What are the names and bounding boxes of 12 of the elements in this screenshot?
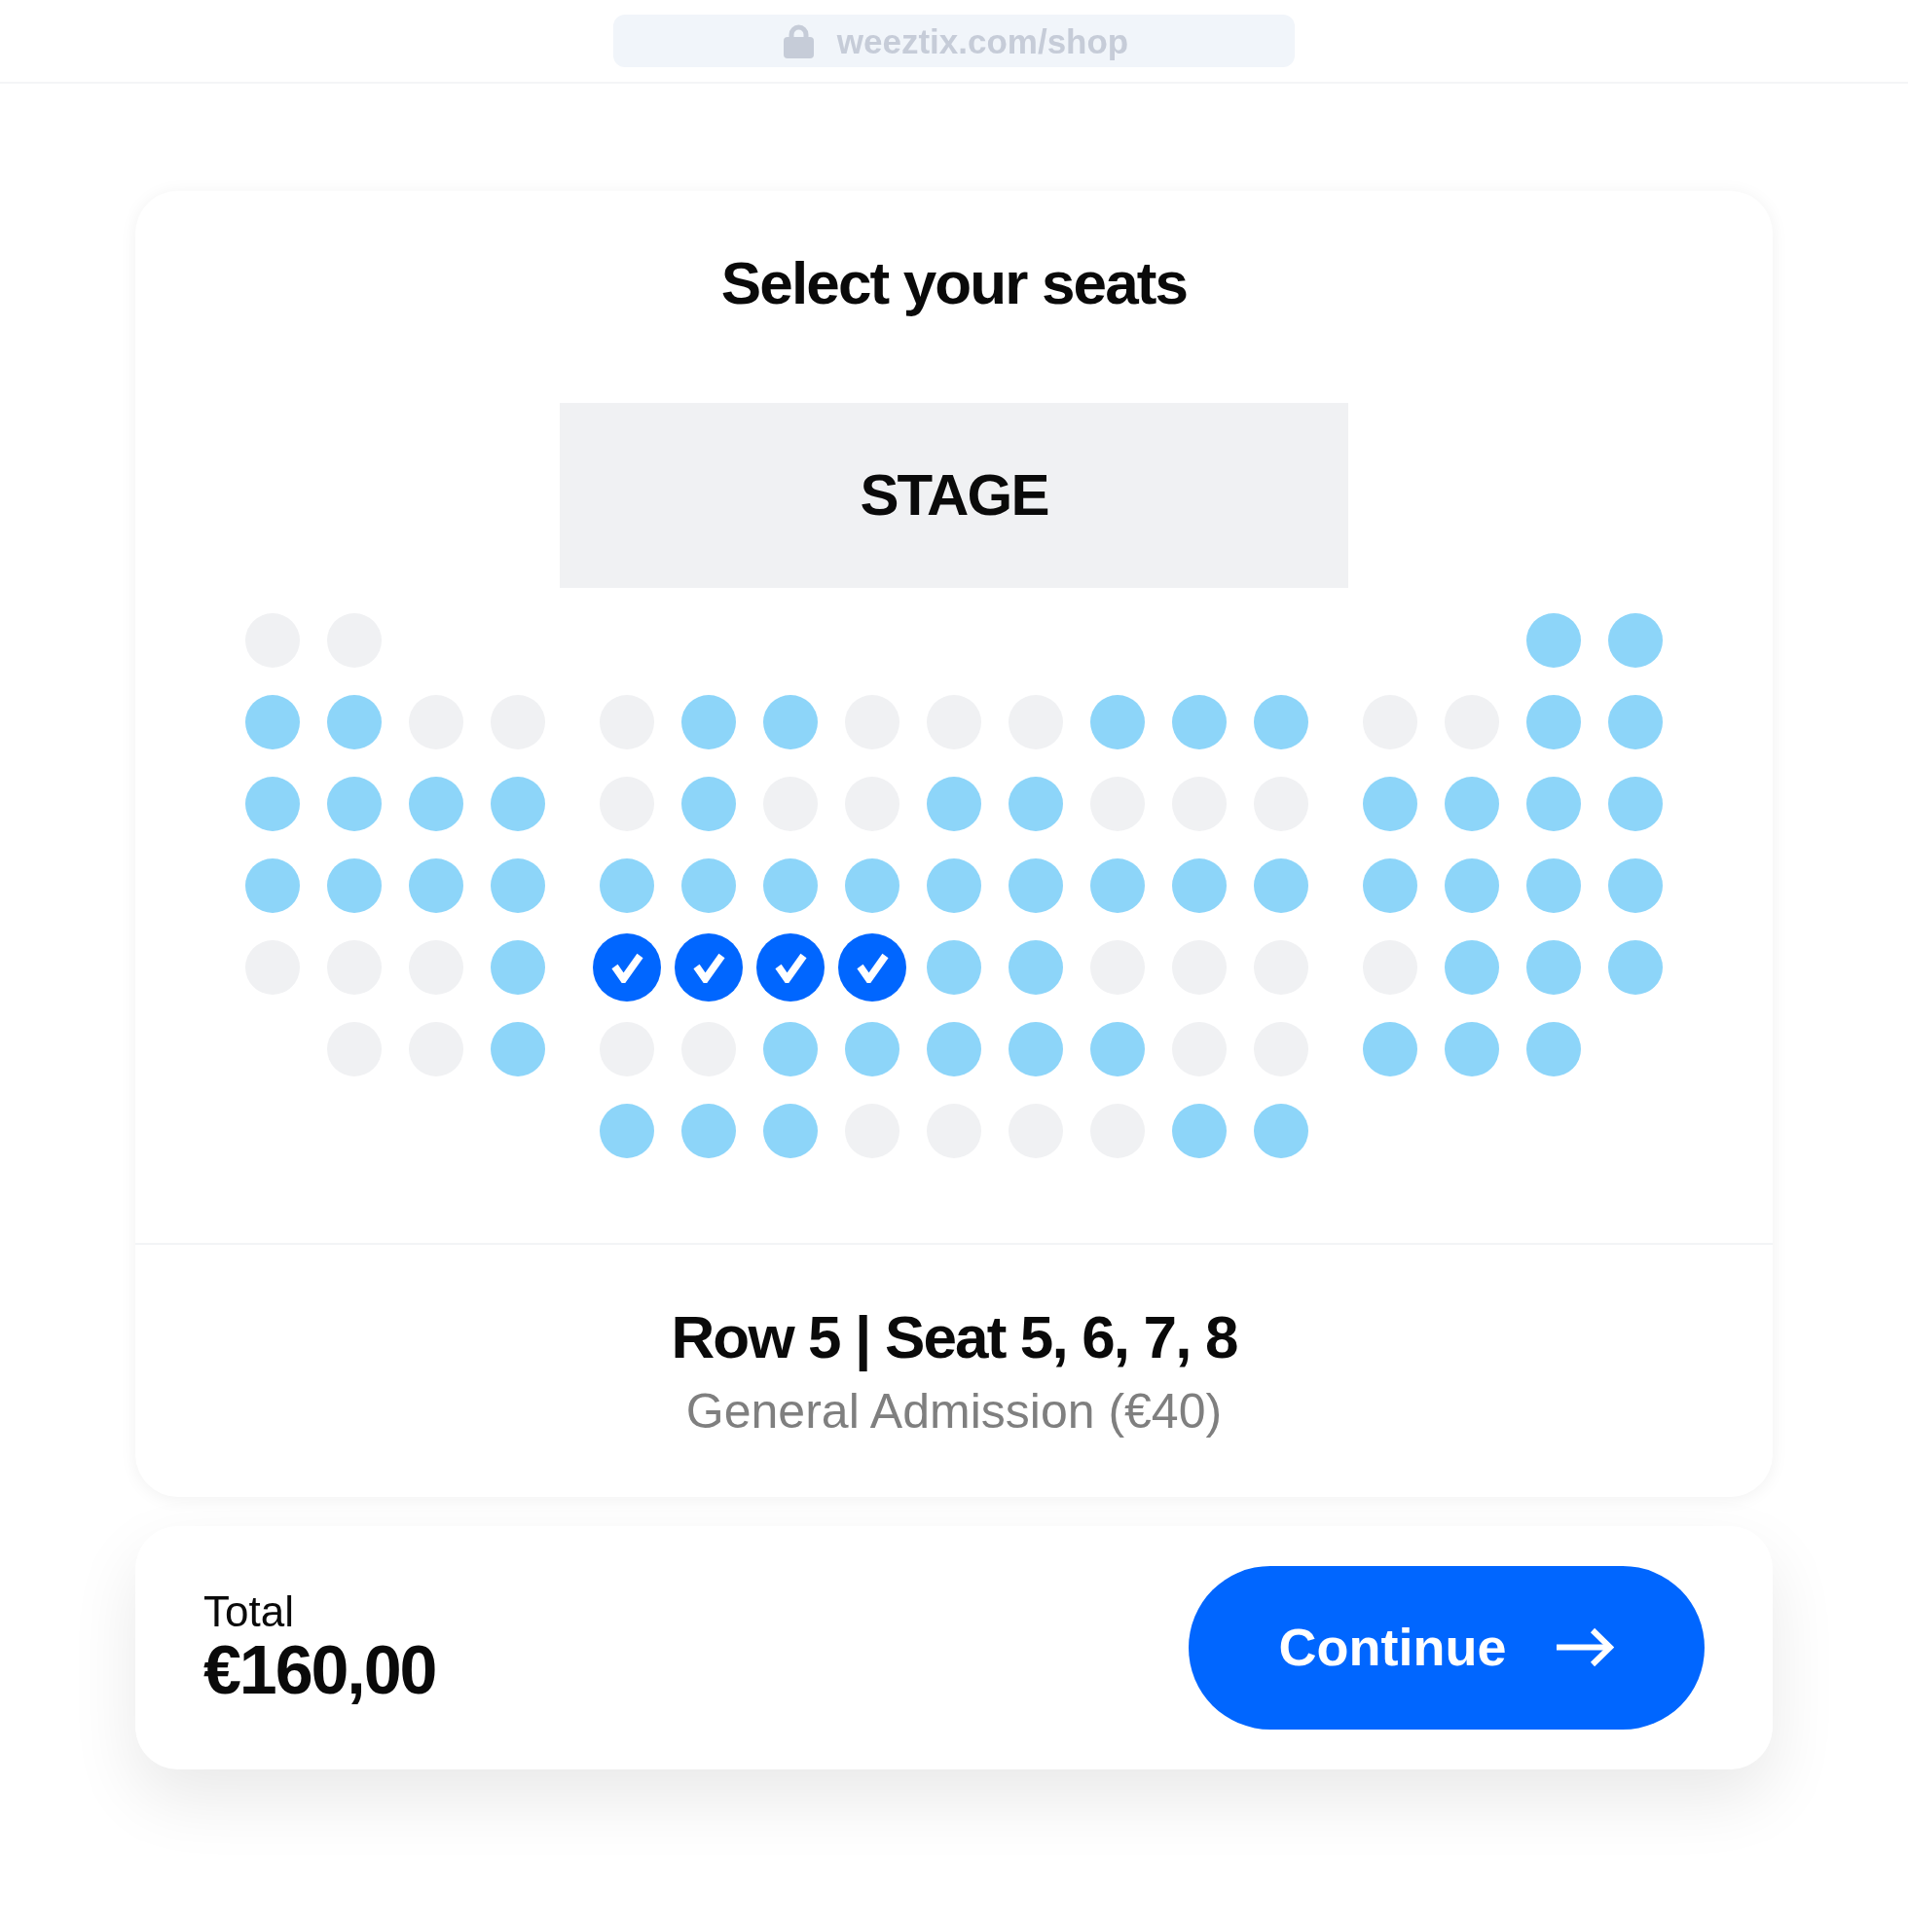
continue-button[interactable]: Continue <box>1189 1565 1705 1730</box>
check-icon <box>692 952 725 983</box>
page-title: Select your seats <box>720 248 1188 318</box>
check-icon <box>856 952 889 983</box>
lock-icon <box>783 23 814 58</box>
check-icon <box>774 952 807 983</box>
total-amount: €160,00 <box>203 1635 436 1707</box>
stage-area: STAGE <box>560 403 1348 589</box>
selection-heading: Row 5 | Seat 5, 6, 7, 8 <box>671 1302 1237 1373</box>
total-label: Total <box>203 1587 295 1636</box>
ticket-type-text: General Admission (€40) <box>685 1382 1223 1440</box>
check-icon <box>610 952 643 983</box>
